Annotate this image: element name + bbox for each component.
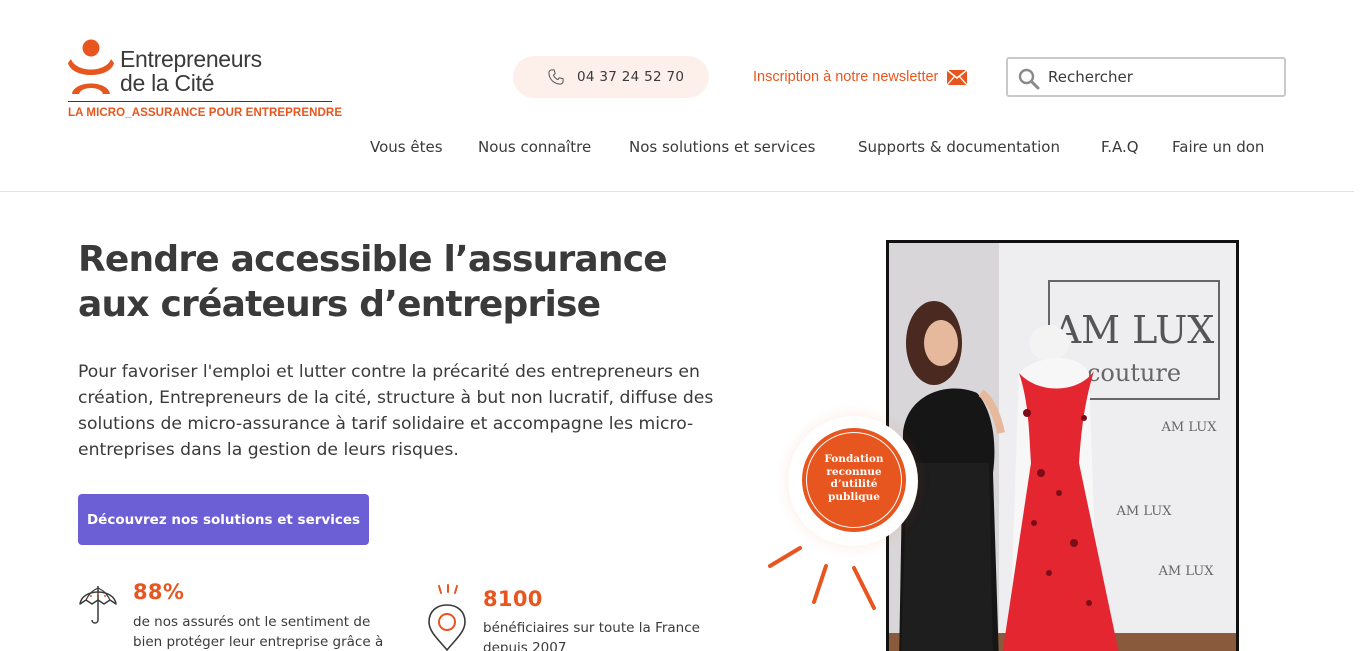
hero-title-line: aux créateurs d’entreprise xyxy=(78,284,601,325)
newsletter-link[interactable]: Inscription à notre newsletter xyxy=(753,67,968,87)
stat-text: de nos assurés ont le sentiment de bien … xyxy=(133,614,384,650)
badge-text: Fondation reconnue d’utilité publique xyxy=(824,453,884,503)
nav-item-vous-etes[interactable]: Vous êtes xyxy=(370,138,443,156)
nav-item-nous-connaitre[interactable]: Nous connaître xyxy=(478,138,591,156)
phone-number: 04 37 24 52 70 xyxy=(577,69,685,85)
logo[interactable]: Entrepreneurs de la Cité LA MICRO_ASSURA… xyxy=(68,39,342,123)
fondation-badge-seal: Fondation reconnue d’utilité publique xyxy=(802,428,906,532)
logo-tagline: LA MICRO_ASSURANCE POUR ENTREPRENDRE xyxy=(68,107,343,119)
nav-item-supports[interactable]: Supports & documentation xyxy=(858,138,1060,156)
stat-assures: 88% de nos assurés ont le sentiment de b… xyxy=(78,578,398,651)
photo-sign-small: AM LUX xyxy=(1116,504,1173,519)
hero-photo: AM LUX couture AM LUX AM LUX AM LUX xyxy=(886,240,1239,651)
sun-rays-decoration xyxy=(768,546,876,610)
newsletter-label: Inscription à notre newsletter xyxy=(753,69,939,85)
phone-icon xyxy=(548,69,564,85)
search-box[interactable] xyxy=(1006,57,1286,97)
nav-item-faire-un-don[interactable]: Faire un don xyxy=(1172,138,1264,156)
location-pin-icon xyxy=(428,584,466,651)
nav-item-solutions[interactable]: Nos solutions et services xyxy=(629,138,815,156)
hero-description: Pour favoriser l'emploi et lutter contre… xyxy=(78,362,714,460)
hero-title-line: Rendre accessible l’assurance xyxy=(78,239,668,280)
photo-sign-subtitle: couture xyxy=(1087,359,1181,387)
discover-solutions-button[interactable]: Découvrez nos solutions et services xyxy=(78,494,369,545)
nav-item-faq[interactable]: F.A.Q xyxy=(1101,138,1139,156)
envelope-icon xyxy=(947,69,968,85)
site-header: Entrepreneurs de la Cité LA MICRO_ASSURA… xyxy=(0,0,1354,192)
stat-value: 8100 xyxy=(483,587,543,611)
logo-name: Entrepreneurs de la Cité xyxy=(120,46,262,96)
logo-mark-icon xyxy=(68,39,114,94)
logo-divider xyxy=(68,101,332,102)
hero-title: Rendre accessible l’assurance aux créate… xyxy=(78,237,758,327)
photo-sign-title: AM LUX xyxy=(1053,308,1215,352)
search-input[interactable] xyxy=(1048,59,1278,95)
main-nav: Vous êtes Nous connaître Nos solutions e… xyxy=(0,138,1354,160)
stat-value: 88% xyxy=(133,580,185,604)
photo-sign-small: AM LUX xyxy=(1158,564,1215,579)
phone-link[interactable]: 04 37 24 52 70 xyxy=(513,56,709,98)
umbrella-icon xyxy=(79,586,117,624)
photo-sign-small: AM LUX xyxy=(1161,420,1218,435)
hero-photo-illustration: AM LUX couture AM LUX AM LUX AM LUX xyxy=(889,243,1236,651)
search-icon xyxy=(1018,68,1040,90)
stat-text: bénéficiaires sur toute la France depuis… xyxy=(483,620,700,651)
stat-beneficiaires: 8100 bénéficiaires sur toute la France d… xyxy=(425,584,745,651)
fondation-badge: Fondation reconnue d’utilité publique xyxy=(788,416,918,546)
